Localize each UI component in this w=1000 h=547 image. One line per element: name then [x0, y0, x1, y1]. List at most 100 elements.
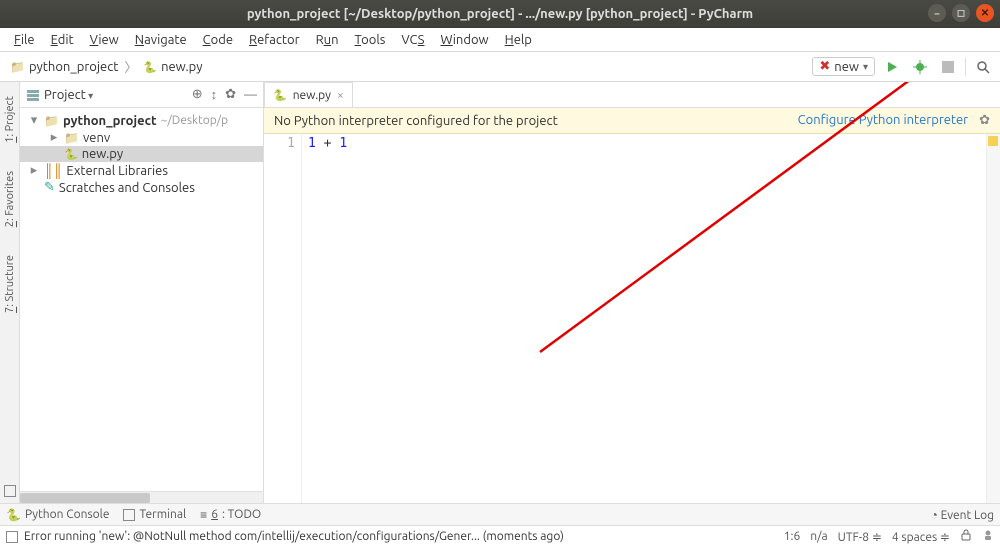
code-content[interactable]: 1 + 1 — [302, 134, 1000, 503]
tab-event-log[interactable]: ◔ Event Log — [931, 508, 994, 522]
left-tab-structure[interactable]: 7: Structure — [4, 251, 16, 317]
tree-root[interactable]: ▾ python_project ~/Desktop/p — [20, 112, 263, 129]
status-encoding[interactable]: UTF-8 ≑ — [838, 530, 882, 544]
tree-external-label: External Libraries — [66, 164, 168, 178]
window-close-button[interactable]: ✕ — [976, 4, 994, 22]
tree-file-new-py[interactable]: new.py — [20, 146, 263, 162]
library-icon: ║║ — [44, 163, 62, 178]
status-hector-icon[interactable] — [982, 529, 994, 544]
tree-scratches[interactable]: ✎ Scratches and Consoles — [20, 179, 263, 196]
hide-tool-icon[interactable]: — — [244, 88, 257, 102]
toolbar-right: ✖ new — [812, 56, 994, 78]
menu-file[interactable]: File — [8, 31, 41, 49]
menu-code[interactable]: Code — [197, 31, 239, 49]
status-bar: Error running 'new': @NotNull method com… — [0, 525, 1000, 547]
warning-mark-icon[interactable] — [988, 136, 998, 146]
navigation-bar: python_project 〉 new.py ✖ new — [0, 52, 1000, 82]
line-gutter: 1 — [264, 134, 302, 503]
status-caret-position[interactable]: 1:6 — [784, 530, 801, 543]
configure-interpreter-link[interactable]: Configure Python interpreter — [798, 113, 968, 127]
tree-file-label: new.py — [82, 147, 123, 161]
status-message[interactable]: Error running 'new': @NotNull method com… — [24, 530, 564, 543]
debug-button[interactable] — [909, 56, 931, 78]
interpreter-warning-banner: No Python interpreter configured for the… — [264, 108, 1000, 134]
status-indent[interactable]: 4 spaces ≑ — [892, 530, 950, 544]
tab-event-log-label: Event Log — [941, 509, 994, 522]
line-number-1: 1 — [264, 136, 295, 151]
menu-help[interactable]: Help — [499, 31, 538, 49]
code-token-num: 1 — [308, 136, 316, 151]
python-console-icon: 🐍 — [6, 508, 21, 522]
tab-todo[interactable]: ≡ 6: TODO — [200, 508, 261, 522]
close-tab-icon[interactable]: × — [337, 89, 344, 102]
tree-scratches-label: Scratches and Consoles — [59, 181, 195, 195]
window-titlebar: python_project [~/Desktop/python_project… — [0, 0, 1000, 28]
menu-navigate[interactable]: Navigate — [129, 31, 193, 49]
project-tree-scrollbar[interactable] — [20, 491, 263, 503]
python-file-icon — [64, 147, 78, 161]
editor-tab-label: new.py — [293, 89, 331, 102]
menu-view[interactable]: View — [84, 31, 125, 49]
breadcrumb-file[interactable]: new.py — [139, 59, 206, 75]
window-minimize-button[interactable]: – — [928, 4, 946, 22]
breadcrumb-root[interactable]: python_project — [6, 59, 122, 75]
left-tab-favorites[interactable]: 2: Favorites — [4, 167, 16, 231]
main-area: 1: Project 2: Favorites 7: Structure Pro… — [0, 82, 1000, 503]
folder-icon — [64, 131, 79, 145]
window-title: python_project [~/Desktop/python_project… — [247, 7, 753, 21]
code-editor[interactable]: 1 1 + 1 — [264, 134, 1000, 503]
menu-tools[interactable]: Tools — [349, 31, 392, 49]
status-line-separator[interactable]: n/a — [810, 530, 827, 543]
tree-external-libraries[interactable]: ▸ ║║ External Libraries — [20, 162, 263, 179]
banner-gear-icon[interactable]: ✿ — [979, 113, 990, 127]
collapse-icon[interactable]: ↕ — [211, 87, 218, 102]
tool-window-toggle-icon[interactable] — [6, 531, 18, 543]
tab-python-console-label: Python Console — [25, 508, 110, 521]
error-stripe[interactable] — [986, 134, 1000, 503]
menu-window[interactable]: Window — [434, 31, 494, 49]
todo-icon: ≡ — [200, 508, 207, 522]
project-tree: ▾ python_project ~/Desktop/p ▸ venv new.… — [20, 108, 263, 200]
menu-refactor[interactable]: Refactor — [243, 31, 306, 49]
breadcrumb-root-label: python_project — [29, 60, 118, 74]
locate-icon[interactable]: ⊕ — [192, 87, 203, 102]
expand-arrow-icon[interactable]: ▾ — [28, 113, 40, 128]
project-view-icon — [26, 88, 40, 102]
editor-area: new.py × No Python interpreter configure… — [264, 82, 1000, 503]
tree-root-path: ~/Desktop/p — [161, 114, 229, 127]
project-tool-header: Project ⊕ ↕ ✿ — — [20, 82, 263, 108]
stop-button[interactable] — [937, 56, 959, 78]
tab-terminal-label: Terminal — [139, 508, 186, 521]
menu-run[interactable]: Run — [310, 31, 345, 49]
window-maximize-button[interactable]: ◻ — [952, 4, 970, 22]
expand-arrow-icon[interactable]: ▸ — [48, 130, 60, 145]
project-tool-window: Project ⊕ ↕ ✿ — ▾ python_project ~/Deskt… — [20, 82, 264, 503]
editor-tab-new-py[interactable]: new.py × — [264, 82, 353, 107]
menu-vcs[interactable]: VCS — [395, 31, 430, 49]
editor-tabs: new.py × — [264, 82, 1000, 108]
tree-root-label: python_project — [63, 114, 157, 128]
code-token-op: + — [324, 136, 332, 151]
window-controls: – ◻ ✕ — [928, 4, 994, 22]
menu-bar: File Edit View Navigate Code Refactor Ru… — [0, 28, 1000, 52]
breadcrumb: python_project 〉 new.py — [6, 57, 206, 76]
left-tab-project[interactable]: 1: Project — [4, 92, 16, 147]
python-file-icon — [273, 89, 287, 102]
expand-arrow-icon[interactable]: ▸ — [28, 163, 40, 178]
banner-right: Configure Python interpreter ✿ — [798, 113, 990, 128]
scrollbar-thumb[interactable] — [20, 493, 150, 503]
search-everywhere-button[interactable] — [972, 56, 994, 78]
run-button[interactable] — [881, 56, 903, 78]
terminal-icon — [123, 509, 135, 521]
code-token-num: 1 — [339, 136, 347, 151]
project-tool-title[interactable]: Project — [26, 88, 188, 102]
run-config-selector[interactable]: ✖ new — [812, 57, 875, 76]
status-readonly-lock-icon[interactable] — [960, 529, 972, 544]
tree-venv[interactable]: ▸ venv — [20, 129, 263, 146]
tab-python-console[interactable]: 🐍 Python Console — [6, 508, 109, 522]
tab-terminal[interactable]: Terminal — [123, 508, 186, 521]
breadcrumb-file-label: new.py — [161, 60, 202, 74]
menu-edit[interactable]: Edit — [45, 31, 80, 49]
left-strip-toggle-icon[interactable] — [4, 485, 16, 497]
settings-gear-icon[interactable]: ✿ — [225, 87, 236, 102]
